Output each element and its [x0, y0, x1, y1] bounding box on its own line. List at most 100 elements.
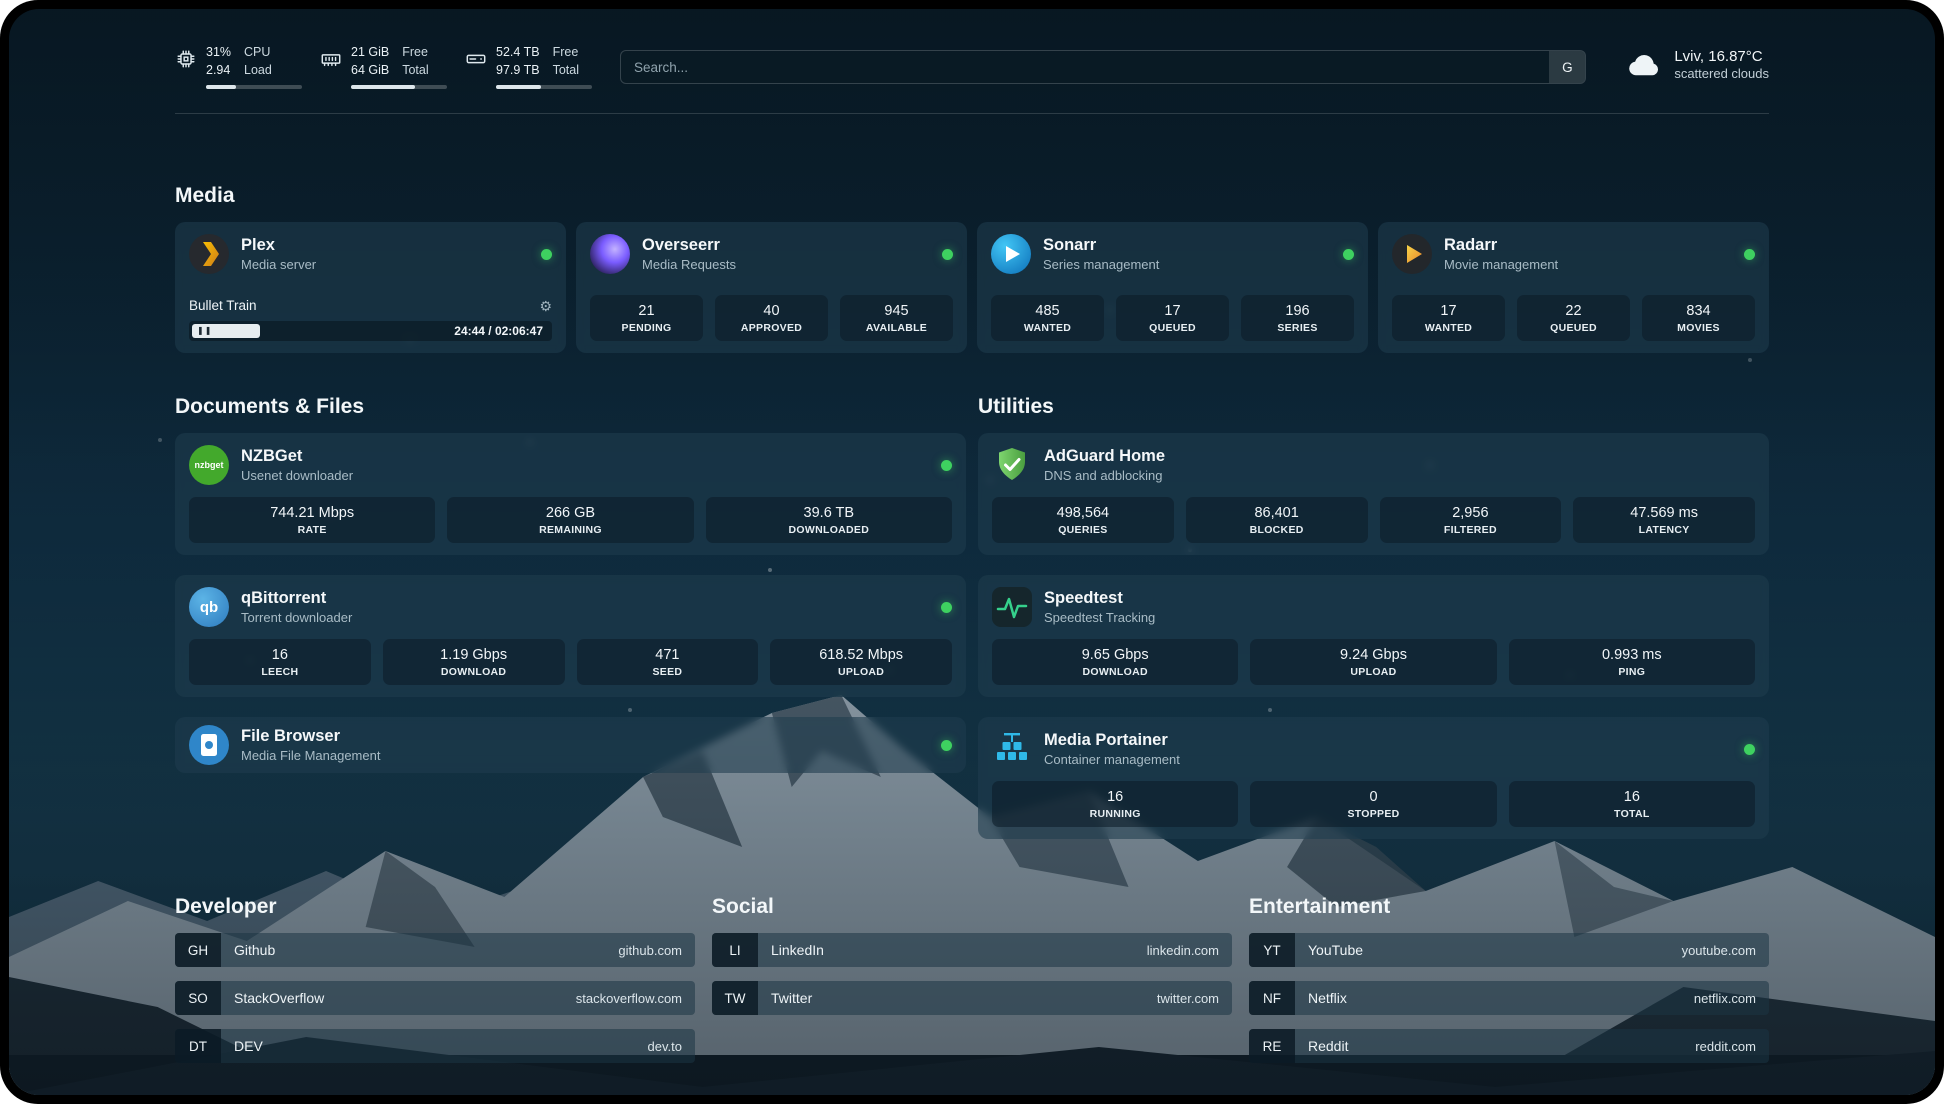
cpu-progress-track	[206, 85, 302, 89]
bookmark-twitter[interactable]: TW Twitter twitter.com	[712, 981, 1232, 1015]
service-card-plex[interactable]: Plex Media server Bullet Train ⚙ ❚❚	[175, 222, 566, 353]
status-dot	[942, 249, 953, 260]
section-entertainment: Entertainment YT YouTube youtube.com NF …	[1249, 895, 1769, 1077]
stat-upload: 9.24 GbpsUPLOAD	[1250, 639, 1496, 685]
bookmark-dev[interactable]: DT DEV dev.to	[175, 1029, 695, 1063]
bookmark-stackoverflow[interactable]: SO StackOverflow stackoverflow.com	[175, 981, 695, 1015]
section-title-social: Social	[712, 895, 1232, 919]
service-description: Media File Management	[241, 748, 929, 764]
gear-icon[interactable]: ⚙	[539, 299, 552, 313]
service-card-adguard[interactable]: AdGuard Home DNS and adblocking 498,564Q…	[978, 433, 1769, 555]
bookmark-linkedin[interactable]: LI LinkedIn linkedin.com	[712, 933, 1232, 967]
bookmark-abbr: SO	[175, 981, 221, 1015]
service-name: AdGuard Home	[1044, 446, 1755, 467]
pause-icon[interactable]: ❚❚	[197, 327, 212, 335]
service-card-nzbget[interactable]: nzbget NZBGet Usenet downloader 744.21 M…	[175, 433, 966, 555]
cpu-progress-fill	[206, 85, 236, 89]
bookmark-reddit[interactable]: RE Reddit reddit.com	[1249, 1029, 1769, 1063]
stat-filtered: 2,956FILTERED	[1380, 497, 1562, 543]
cpu-chip-icon	[175, 48, 197, 70]
section-title-documents: Documents & Files	[175, 395, 966, 419]
disk-progress-track	[496, 85, 592, 89]
memory-icon	[320, 48, 342, 70]
bookmark-url: youtube.com	[1682, 943, 1769, 958]
service-card-portainer[interactable]: Media Portainer Container management 16R…	[978, 717, 1769, 839]
qbittorrent-icon: qb	[189, 587, 229, 627]
ram-total-label: Total	[402, 61, 428, 79]
section-title-media: Media	[175, 184, 1769, 208]
bookmark-url: dev.to	[648, 1039, 695, 1054]
service-card-filebrowser[interactable]: File Browser Media File Management	[175, 717, 966, 773]
bookmark-url: github.com	[618, 943, 695, 958]
speedtest-icon	[992, 587, 1032, 627]
service-card-sonarr[interactable]: Sonarr Series management 485WANTED 17QUE…	[977, 222, 1368, 353]
bookmark-name: Reddit	[1295, 1038, 1695, 1054]
status-dot	[1744, 744, 1755, 755]
bookmark-name: DEV	[221, 1038, 648, 1054]
bookmark-youtube[interactable]: YT YouTube youtube.com	[1249, 933, 1769, 967]
bookmark-github[interactable]: GH Github github.com	[175, 933, 695, 967]
service-description: DNS and adblocking	[1044, 468, 1755, 484]
status-dot	[1744, 249, 1755, 260]
cpu-label: CPU	[244, 43, 272, 61]
search-bar: G	[620, 50, 1586, 84]
bookmark-abbr: DT	[175, 1029, 221, 1063]
bookmark-url: stackoverflow.com	[576, 991, 695, 1006]
stat-wanted: 17WANTED	[1392, 295, 1505, 341]
section-social: Social LI LinkedIn linkedin.com TW Twitt…	[712, 895, 1232, 1029]
bookmark-netflix[interactable]: NF Netflix netflix.com	[1249, 981, 1769, 1015]
overseerr-icon	[590, 234, 630, 274]
service-name: Sonarr	[1043, 235, 1331, 256]
stat-ping: 0.993 msPING	[1509, 639, 1755, 685]
search-input[interactable]	[621, 60, 1549, 75]
ram-free-label: Free	[402, 43, 428, 61]
bookmark-url: twitter.com	[1157, 991, 1232, 1006]
stat-pending: 21PENDING	[590, 295, 703, 341]
service-card-speedtest[interactable]: Speedtest Speedtest Tracking 9.65 GbpsDO…	[978, 575, 1769, 697]
system-monitors: 31% 2.94 CPU Load	[175, 43, 592, 89]
stat-downloaded: 39.6 TBDOWNLOADED	[706, 497, 952, 543]
status-dot	[941, 602, 952, 613]
nzbget-icon: nzbget	[189, 445, 229, 485]
service-name: Plex	[241, 235, 529, 256]
stat-running: 16RUNNING	[992, 781, 1238, 827]
plex-icon	[189, 234, 229, 274]
ram-total-value: 64 GiB	[351, 61, 389, 79]
section-media: Media Plex Media server	[175, 184, 1769, 353]
stat-blocked: 86,401BLOCKED	[1186, 497, 1368, 543]
service-description: Media server	[241, 257, 529, 273]
stat-wanted: 485WANTED	[991, 295, 1104, 341]
dashboard-content: 31% 2.94 CPU Load	[9, 9, 1935, 1095]
ram-progress-fill	[351, 85, 415, 89]
service-card-overseerr[interactable]: Overseerr Media Requests 21PENDING 40APP…	[576, 222, 967, 353]
bookmark-abbr: NF	[1249, 981, 1295, 1015]
stat-upload: 618.52 MbpsUPLOAD	[770, 639, 952, 685]
cpu-load-value: 2.94	[206, 61, 231, 79]
service-name: Speedtest	[1044, 588, 1755, 609]
stat-leech: 16LEECH	[189, 639, 371, 685]
search-provider-button[interactable]: G	[1549, 51, 1585, 83]
plex-progress-bar[interactable]: ❚❚ 24:44 / 02:06:47	[189, 321, 552, 341]
service-name: Media Portainer	[1044, 730, 1732, 751]
disk-free-value: 52.4 TB	[496, 43, 540, 61]
sonarr-icon	[991, 234, 1031, 274]
status-dot	[1343, 249, 1354, 260]
stat-queued: 22QUEUED	[1517, 295, 1630, 341]
service-description: Speedtest Tracking	[1044, 610, 1755, 626]
bookmark-name: Twitter	[758, 990, 1157, 1006]
service-name: Overseerr	[642, 235, 930, 256]
disk-progress-fill	[496, 85, 541, 89]
service-card-radarr[interactable]: Radarr Movie management 17WANTED 22QUEUE…	[1378, 222, 1769, 353]
cpu-monitor: 31% 2.94 CPU Load	[175, 43, 302, 89]
stat-download: 1.19 GbpsDOWNLOAD	[383, 639, 565, 685]
disk-total-value: 97.9 TB	[496, 61, 540, 79]
middle-columns: Documents & Files nzbget NZBGet Usenet d…	[175, 395, 1769, 839]
portainer-icon	[992, 729, 1032, 769]
stat-total: 16TOTAL	[1509, 781, 1755, 827]
service-card-qbittorrent[interactable]: qb qBittorrent Torrent downloader 16LEEC…	[175, 575, 966, 697]
service-name: NZBGet	[241, 446, 929, 467]
section-documents: Documents & Files nzbget NZBGet Usenet d…	[175, 395, 966, 773]
section-developer: Developer GH Github github.com SO StackO…	[175, 895, 695, 1077]
bookmark-name: YouTube	[1295, 942, 1682, 958]
stat-stopped: 0STOPPED	[1250, 781, 1496, 827]
